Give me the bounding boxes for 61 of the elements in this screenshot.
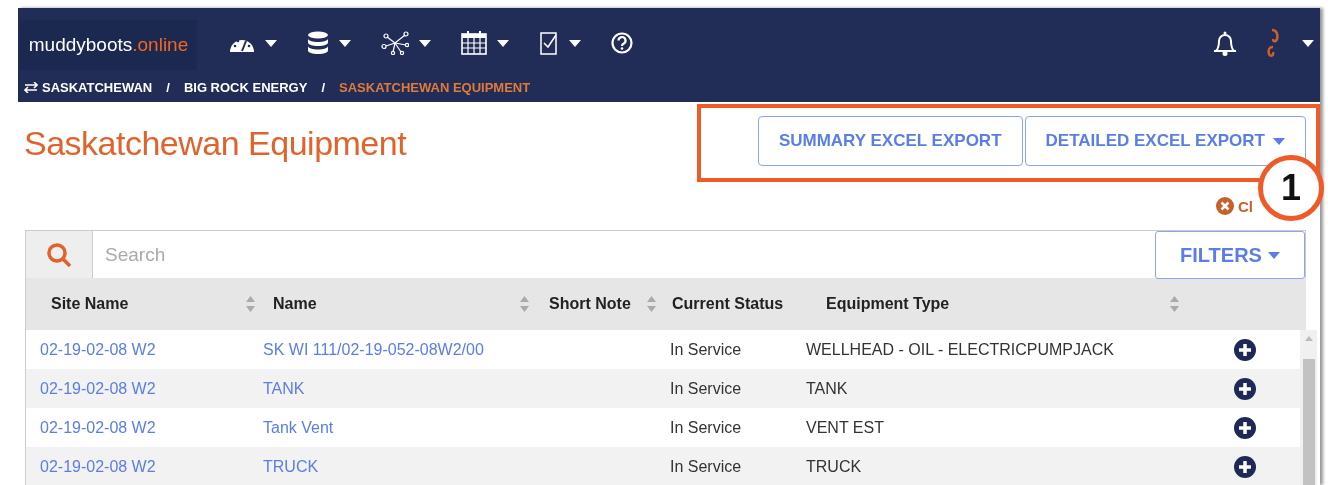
table-cell-text: VENT EST — [805, 418, 885, 437]
breadcrumb-link[interactable]: SASKATCHEWAN — [24, 80, 153, 95]
bell-icon[interactable] — [1212, 29, 1238, 57]
calendar-icon — [461, 31, 487, 55]
column-header[interactable]: Current Status — [660, 295, 792, 313]
equipment-link[interactable]: TANK — [263, 379, 537, 398]
add-icon[interactable] — [1233, 415, 1257, 440]
table-cell-text: WELLHEAD - OIL - ELECTRICPUMPJACK — [805, 340, 1115, 359]
footprint-icon — [1266, 28, 1280, 58]
database-icon — [307, 31, 329, 55]
export-button[interactable]: SUMMARY EXCEL EXPORT — [757, 116, 1023, 166]
add-icon[interactable] — [1233, 376, 1257, 401]
export-button[interactable]: DETAILED EXCEL EXPORT — [1024, 116, 1306, 166]
column-header[interactable]: Site Name — [26, 295, 263, 313]
caret-icon — [1302, 39, 1314, 47]
site-link[interactable]: 02-19-02-08 W2 — [26, 457, 263, 476]
table-cell-text: TRUCK — [805, 457, 863, 476]
breadcrumb-separator: / — [321, 80, 326, 95]
caret-icon — [1273, 137, 1285, 145]
caret-icon — [497, 39, 509, 47]
table-cell-text: In Service — [669, 418, 743, 437]
network-icon — [381, 31, 409, 55]
caret-icon — [339, 39, 351, 47]
equipment-link[interactable]: TRUCK — [263, 457, 537, 476]
swap-icon — [24, 82, 38, 93]
column-header[interactable]: Equipment Type — [792, 295, 1187, 313]
nav-menu-button[interactable] — [381, 31, 431, 55]
table-cell-text: In Service — [669, 340, 743, 359]
help-button[interactable] — [611, 32, 633, 54]
checklist-icon — [539, 31, 559, 55]
caret-icon — [1267, 251, 1280, 259]
equipment-link[interactable]: SK WI 111/02-19-052-08W2/00 — [263, 340, 537, 359]
nav-menu-button[interactable] — [461, 31, 509, 55]
nav-menu-button[interactable] — [307, 31, 351, 55]
site-link[interactable]: 02-19-02-08 W2 — [26, 379, 263, 398]
caret-icon — [419, 39, 431, 47]
brand-logo[interactable]: muddyboots.online — [20, 20, 197, 70]
search-icon[interactable] — [26, 231, 93, 278]
breadcrumb-link[interactable]: BIG ROCK ENERGY — [183, 80, 308, 95]
breadcrumb-link[interactable]: SASKATCHEWAN EQUIPMENT — [339, 80, 531, 95]
clear-link[interactable]: Cl — [1238, 197, 1253, 215]
filters-button[interactable]: FILTERS — [1155, 231, 1305, 279]
equipment-link[interactable]: Tank Vent — [263, 418, 537, 437]
caret-icon — [265, 39, 277, 47]
add-icon[interactable] — [1233, 454, 1257, 479]
caret-icon — [569, 39, 581, 47]
breadcrumb-separator: / — [166, 80, 170, 95]
table-cell-text: In Service — [669, 457, 743, 476]
user-menu-button[interactable] — [1266, 28, 1314, 58]
clear-icon[interactable] — [1216, 197, 1234, 215]
table-cell-text: TANK — [805, 379, 849, 398]
site-link[interactable]: 02-19-02-08 W2 — [26, 418, 263, 437]
column-header[interactable]: Name — [263, 295, 537, 313]
scrollbar[interactable] — [1300, 330, 1317, 485]
add-icon[interactable] — [1233, 337, 1257, 362]
page-title: Saskatchewan Equipment — [24, 124, 407, 163]
site-link[interactable]: 02-19-02-08 W2 — [26, 340, 263, 359]
column-header[interactable]: Short Note — [537, 295, 660, 313]
search-field[interactable]: Search FILTERS — [25, 230, 1306, 278]
table-cell-text: In Service — [669, 379, 743, 398]
nav-menu-button[interactable] — [539, 31, 581, 55]
